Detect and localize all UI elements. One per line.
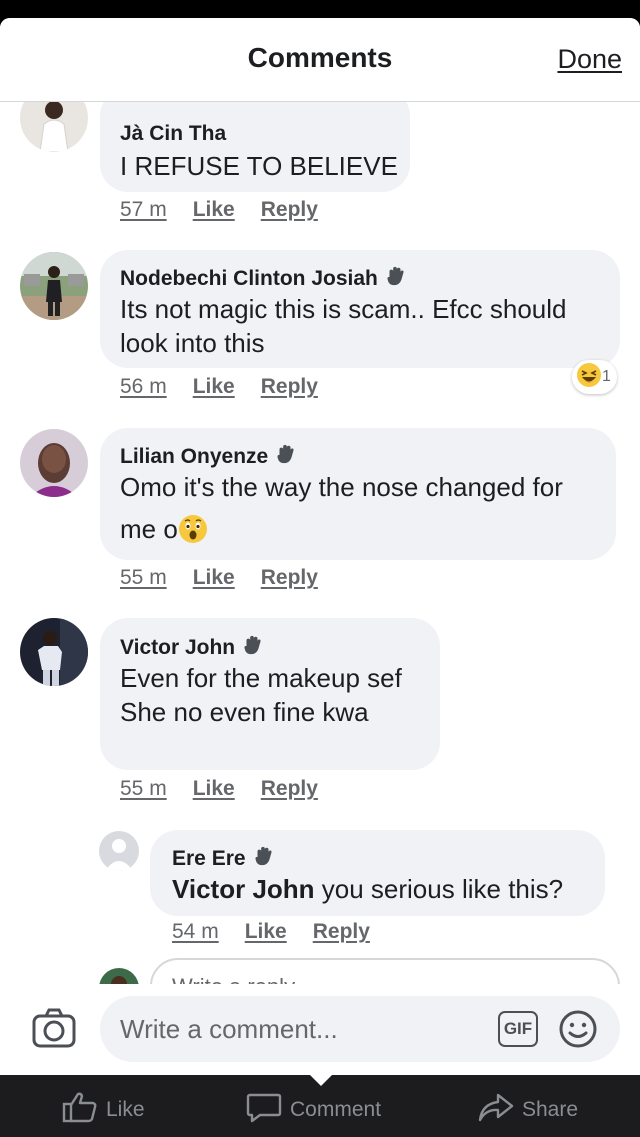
comment-composer: Write a comment... GIF: [0, 984, 640, 1075]
astonished-emoji-icon: [178, 514, 208, 552]
comment-author-name[interactable]: Victor John: [120, 636, 235, 659]
comments-sheet: Comments Done Jà Cin Tha I REFUSE TO BEL…: [0, 18, 640, 1075]
reply-button[interactable]: Reply: [313, 920, 370, 943]
comment-text-line: me o: [120, 514, 178, 544]
sheet-header: Comments Done: [0, 18, 640, 102]
page-title: Comments: [247, 42, 393, 73]
status-bar: [0, 0, 640, 18]
comment-text: Omo it's the way the nose changed for: [120, 472, 563, 502]
like-action-label: Like: [106, 1098, 145, 1121]
wave-icon: [241, 634, 263, 662]
avatar[interactable]: [20, 102, 88, 152]
avatar[interactable]: [20, 618, 88, 686]
comment-time[interactable]: 55 m: [120, 777, 167, 800]
like-button[interactable]: Like: [245, 920, 287, 943]
emoji-icon[interactable]: [558, 1009, 598, 1054]
post-action-bar: Like Comment Share: [0, 1074, 640, 1137]
reply-button[interactable]: Reply: [261, 777, 318, 800]
like-action[interactable]: Like: [62, 1091, 145, 1129]
share-action-label: Share: [522, 1098, 579, 1121]
comment-text: I REFUSE TO BELIEVE: [120, 151, 398, 181]
avatar[interactable]: [20, 429, 88, 497]
reply-text-body: you serious like this?: [314, 874, 564, 904]
comment-action[interactable]: Comment: [246, 1091, 381, 1129]
comment-meta: 56 m Like Reply: [120, 375, 318, 399]
comment-meta: 55 m Like Reply: [120, 566, 318, 590]
comment-author-name[interactable]: Nodebechi Clinton Josiah: [120, 267, 378, 290]
reply-button[interactable]: Reply: [261, 566, 318, 589]
comment-author-name[interactable]: Lilian Onyenze: [120, 445, 268, 468]
comment-meta: 55 m Like Reply: [120, 777, 318, 801]
reaction-count: 1: [602, 368, 611, 385]
reply-author-name[interactable]: Ere Ere: [172, 847, 246, 870]
like-button[interactable]: Like: [193, 375, 235, 398]
comment-text: She no even fine kwa: [120, 697, 369, 727]
like-button[interactable]: Like: [193, 198, 235, 221]
comment-meta: 57 m Like Reply: [120, 198, 318, 222]
thumbs-up-icon: [62, 1091, 106, 1129]
reaction-badge[interactable]: 1: [572, 360, 617, 394]
comment-icon: [246, 1091, 290, 1129]
mention-link[interactable]: Victor John: [172, 874, 315, 904]
camera-icon[interactable]: [32, 1008, 76, 1053]
comment-action-label: Comment: [290, 1098, 382, 1121]
reply-text: Victor John you serious like this?: [172, 872, 563, 906]
comment-input[interactable]: Write a comment... GIF: [100, 996, 620, 1062]
laughing-emoji-icon: [576, 362, 602, 393]
comment-text: Its not magic this is scam.. Efcc should: [120, 294, 567, 324]
wave-icon: [274, 443, 296, 471]
sheet-pointer: [309, 1074, 333, 1086]
like-button[interactable]: Like: [193, 566, 235, 589]
comment-time[interactable]: 56 m: [120, 375, 167, 398]
avatar[interactable]: [20, 252, 88, 320]
comment-author[interactable]: Nodebechi Clinton Josiah: [120, 265, 406, 293]
reply-meta: 54 m Like Reply: [172, 920, 370, 944]
comment-text: Even for the makeup sef: [120, 663, 402, 693]
comment-author[interactable]: Victor John: [120, 634, 263, 662]
share-action[interactable]: Share: [478, 1091, 578, 1129]
comment-author[interactable]: Jà Cin Tha: [120, 122, 226, 146]
reply-button[interactable]: Reply: [261, 198, 318, 221]
wave-icon: [384, 265, 406, 293]
like-button[interactable]: Like: [193, 777, 235, 800]
comment-text: me o: [120, 512, 208, 552]
comment-text: look into this: [120, 328, 265, 358]
wave-icon: [252, 845, 274, 873]
reply-time[interactable]: 54 m: [172, 920, 219, 943]
comment-author[interactable]: Lilian Onyenze: [120, 443, 296, 471]
reply-author[interactable]: Ere Ere: [172, 845, 274, 873]
comment-input-placeholder: Write a comment...: [120, 1014, 338, 1044]
comments-list[interactable]: Jà Cin Tha I REFUSE TO BELIEVE 57 m Like R…: [0, 102, 640, 988]
avatar-placeholder[interactable]: [99, 831, 139, 871]
comment-time[interactable]: 57 m: [120, 198, 167, 221]
share-icon: [478, 1091, 522, 1129]
gif-button[interactable]: GIF: [498, 1011, 538, 1047]
comment-time[interactable]: 55 m: [120, 566, 167, 589]
done-button[interactable]: Done: [557, 44, 622, 75]
reply-button[interactable]: Reply: [261, 375, 318, 398]
